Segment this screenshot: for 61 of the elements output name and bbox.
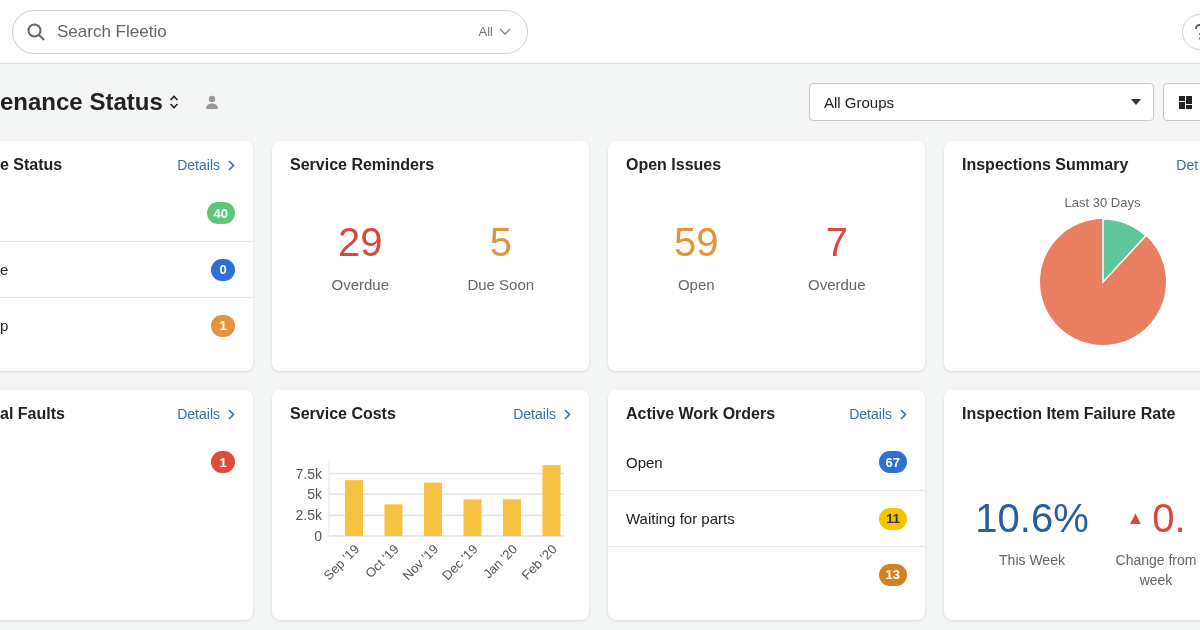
card-title: Inspections Summary [962, 156, 1129, 174]
axis-tick-label: Nov '19 [399, 541, 442, 583]
axis-tick-label: 2.5k [295, 507, 322, 524]
count-badge: 1 [211, 451, 235, 473]
card-title: Active Work Orders [626, 405, 776, 423]
chevron-right-icon [228, 159, 235, 171]
chevron-right-icon [228, 408, 235, 420]
person-icon [204, 95, 219, 109]
axis-tick-label: Dec '19 [439, 541, 481, 583]
sort-toggle-icon[interactable] [168, 94, 179, 110]
stat-value: 5 [489, 220, 512, 266]
axis-tick-label: Sep '19 [320, 541, 363, 583]
count-badge: 11 [879, 507, 907, 530]
details-link[interactable]: Details [513, 406, 571, 422]
chart-subtitle: Last 30 Days [1064, 195, 1141, 210]
stat-label: Open [677, 275, 715, 296]
rate-value: 10.6% [975, 496, 1089, 541]
details-link[interactable]: Det [1176, 157, 1199, 173]
axis-tick-label: 0 [314, 528, 322, 544]
count-badge: 40 [206, 202, 235, 224]
rate-label: Change from week [1115, 551, 1197, 590]
axis-tick-label: Oct '19 [362, 541, 402, 581]
details-link[interactable]: Details [849, 406, 907, 422]
count-badge: 1 [211, 314, 235, 337]
chevron-right-icon [564, 408, 571, 420]
details-link[interactable]: Details [177, 406, 235, 422]
row-label: Waiting for parts [626, 510, 735, 527]
count-badge: 67 [878, 451, 907, 473]
card-title: e Status [0, 156, 63, 174]
page-title: enance Status [0, 88, 163, 116]
card-title: Inspection Item Failure Rate [962, 405, 1176, 423]
axis-tick-label: Jan '20 [480, 541, 521, 582]
caret-down-icon [1131, 99, 1141, 105]
rate-label: This Week [999, 551, 1065, 570]
stat-value: 7 [825, 220, 848, 266]
rate-value: ▲ 0. [1126, 496, 1186, 541]
row-label: Open [626, 453, 663, 471]
scope-dropdown[interactable]: All [478, 24, 511, 39]
count-badge: 0 [211, 258, 235, 281]
card-title: Open Issues [626, 156, 722, 174]
chevron-down-icon [499, 28, 511, 35]
card-title: al Faults [0, 405, 65, 423]
stat-value: 59 [674, 220, 719, 266]
chevron-right-icon [900, 408, 907, 420]
count-badge: 13 [878, 563, 907, 586]
row-label: e [0, 261, 9, 278]
axis-tick-label: Feb '20 [518, 541, 560, 583]
details-link[interactable]: Details [177, 157, 235, 173]
group-select[interactable]: All Groups [809, 83, 1154, 121]
stat-label: Due Soon [467, 275, 535, 296]
axis-tick-label: 5k [307, 486, 322, 503]
layout-button[interactable] [1163, 83, 1200, 121]
search-icon [27, 22, 45, 41]
stat-label: Overdue [807, 275, 866, 296]
card-title: Service Costs [290, 405, 396, 423]
dashboard-grid-icon [1179, 95, 1192, 109]
row-label: p [0, 317, 9, 334]
stat-value: 29 [338, 220, 383, 266]
stat-label: Overdue [331, 275, 389, 296]
axis-tick-label: 7.5k [295, 465, 322, 482]
card-title: Service Reminders [290, 156, 435, 174]
